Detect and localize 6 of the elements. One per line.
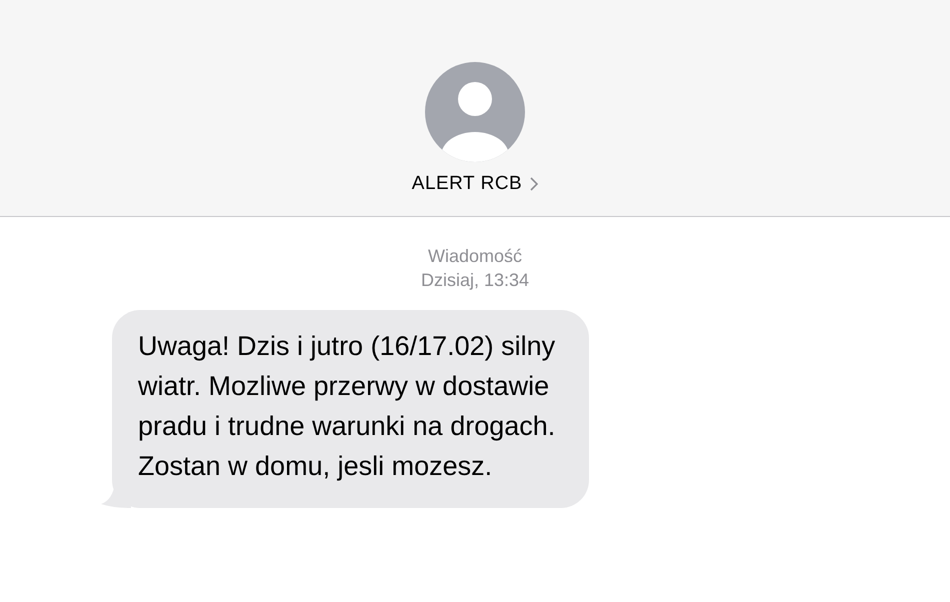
message-text: Uwaga! Dzis i jutro (16/17.02) silny wiatr. Mozliwe przerwy w dostawie pradu i trudne warunki na drogach. Zostan w domu, jesli mozesz. <box>138 330 556 483</box>
contact-name[interactable]: ALERT RCB <box>412 174 522 193</box>
thread-label: Wiadomość <box>428 245 522 268</box>
avatar-icon[interactable] <box>425 62 525 162</box>
message-timestamp: Dzisiaj, 13:34 <box>420 269 530 292</box>
chevron-right-icon[interactable] <box>530 176 538 190</box>
